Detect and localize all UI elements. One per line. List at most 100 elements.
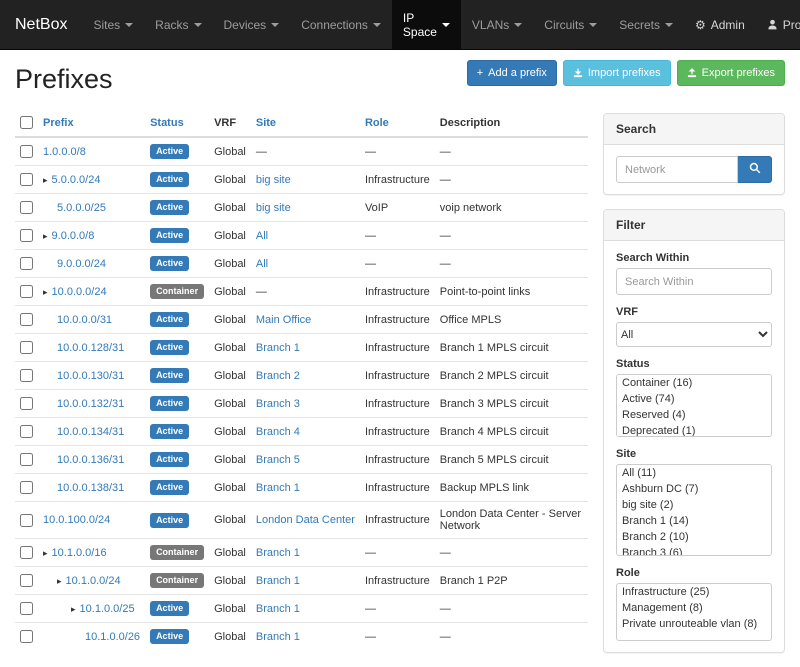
select-option[interactable]: Management (8) (617, 600, 771, 616)
select-option[interactable]: Ashburn DC (7) (617, 481, 771, 497)
nav-item-circuits[interactable]: Circuits (533, 0, 608, 49)
prefix-link[interactable]: 10.0.0.0/24 (52, 286, 107, 298)
site-link[interactable]: Branch 1 (256, 631, 300, 643)
site-link[interactable]: Branch 1 (256, 603, 300, 615)
export-prefixes-button[interactable]: Export prefixes (677, 60, 785, 86)
nav-item-profile[interactable]: Profile (756, 0, 800, 49)
prefix-link[interactable]: 10.0.0.132/31 (57, 398, 124, 410)
row-checkbox[interactable] (20, 201, 33, 214)
site-link[interactable]: Branch 1 (256, 482, 300, 494)
site-link[interactable]: London Data Center (256, 514, 355, 526)
search-within-input[interactable] (616, 268, 772, 295)
row-checkbox[interactable] (20, 173, 33, 186)
site-link[interactable]: All (256, 230, 268, 242)
select-option[interactable]: Branch 3 (6) (617, 545, 771, 556)
select-option[interactable]: Infrastructure (25) (617, 584, 771, 600)
nav-item-secrets[interactable]: Secrets (608, 0, 684, 49)
row-checkbox[interactable] (20, 574, 33, 587)
filter-panel-body: Search Within VRF All Status Container (… (604, 241, 784, 652)
status-select[interactable]: Container (16)Active (74)Reserved (4)Dep… (616, 374, 772, 437)
prefix-link[interactable]: 10.1.0.0/26 (85, 631, 140, 643)
prefix-link[interactable]: 10.1.0.0/24 (66, 575, 121, 587)
nav-item-racks[interactable]: Racks (144, 0, 212, 49)
site-link[interactable]: Main Office (256, 314, 311, 326)
prefix-cell: 10.0.0.132/31 (38, 390, 145, 418)
site-link[interactable]: Branch 1 (256, 342, 300, 354)
prefix-link[interactable]: 10.1.0.0/25 (80, 603, 135, 615)
row-checkbox[interactable] (20, 285, 33, 298)
site-link[interactable]: Branch 4 (256, 426, 300, 438)
select-option[interactable]: Container (16) (617, 375, 771, 391)
row-checkbox[interactable] (20, 341, 33, 354)
nav-item-ip-space[interactable]: IP Space (392, 0, 461, 49)
prefix-link[interactable]: 10.0.0.130/31 (57, 370, 124, 382)
select-option[interactable]: Branch 1 (14) (617, 513, 771, 529)
row-checkbox[interactable] (20, 602, 33, 615)
nav-item-devices[interactable]: Devices (213, 0, 291, 49)
search-button[interactable] (738, 156, 772, 183)
row-checkbox[interactable] (20, 229, 33, 242)
action-buttons: +Add a prefixImport prefixesExport prefi… (467, 60, 785, 86)
select-option[interactable]: All (11) (617, 465, 771, 481)
row-checkbox[interactable] (20, 453, 33, 466)
row-checkbox[interactable] (20, 514, 33, 527)
row-checkbox[interactable] (20, 257, 33, 270)
prefix-link[interactable]: 9.0.0.0/8 (52, 230, 95, 242)
role-select[interactable]: Infrastructure (25)Management (8)Private… (616, 583, 772, 641)
description-cell: voip network (435, 194, 588, 222)
site-link[interactable]: Branch 1 (256, 575, 300, 587)
column-sort-role[interactable]: Role (365, 117, 389, 129)
select-option[interactable]: Active (74) (617, 391, 771, 407)
site-link[interactable]: big site (256, 174, 291, 186)
select-option[interactable]: Deprecated (1) (617, 423, 771, 437)
nav-item-admin[interactable]: ⚙Admin (684, 0, 756, 49)
prefix-link[interactable]: 10.0.0.128/31 (57, 342, 124, 354)
site-link[interactable]: All (256, 258, 268, 270)
row-checkbox[interactable] (20, 313, 33, 326)
row-checkbox[interactable] (20, 481, 33, 494)
prefix-link[interactable]: 5.0.0.0/25 (57, 202, 106, 214)
prefix-link[interactable]: 1.0.0.0/8 (43, 146, 86, 158)
select-option[interactable]: Private unrouteable vlan (8) (617, 616, 771, 632)
column-sort-prefix[interactable]: Prefix (43, 117, 74, 129)
import-prefixes-button[interactable]: Import prefixes (563, 60, 671, 86)
row-checkbox[interactable] (20, 145, 33, 158)
site-link[interactable]: Branch 2 (256, 370, 300, 382)
site-cell: Branch 5 (251, 446, 360, 474)
select-option[interactable]: Reserved (4) (617, 407, 771, 423)
select-option[interactable]: Branch 2 (10) (617, 529, 771, 545)
nav-item-connections[interactable]: Connections (290, 0, 392, 49)
site-link[interactable]: Branch 3 (256, 398, 300, 410)
prefix-link[interactable]: 10.0.0.134/31 (57, 426, 124, 438)
prefix-link[interactable]: 10.0.0.0/31 (57, 314, 112, 326)
content-row: PrefixStatusVRFSiteRoleDescription 1.0.0… (15, 109, 785, 667)
row-checkbox[interactable] (20, 425, 33, 438)
vrf-select[interactable]: All (616, 322, 772, 347)
site-select[interactable]: All (11)Ashburn DC (7)big site (2)Branch… (616, 464, 772, 556)
prefix-link[interactable]: 10.0.100.0/24 (43, 514, 110, 526)
row-checkbox[interactable] (20, 630, 33, 643)
prefix-link[interactable]: 9.0.0.0/24 (57, 258, 106, 270)
prefix-link[interactable]: 10.1.0.0/16 (52, 547, 107, 559)
status-badge: Active (150, 629, 189, 644)
nav-item-vlans[interactable]: VLANs (461, 0, 533, 49)
prefix-link[interactable]: 10.0.0.136/31 (57, 454, 124, 466)
role-cell: Infrastructure (360, 567, 435, 595)
description-cell: — (435, 539, 588, 567)
row-checkbox[interactable] (20, 546, 33, 559)
chevron-down-icon (442, 23, 450, 27)
prefix-link[interactable]: 10.0.0.138/31 (57, 482, 124, 494)
search-input[interactable] (616, 156, 738, 183)
site-link[interactable]: Branch 1 (256, 547, 300, 559)
site-link[interactable]: big site (256, 202, 291, 214)
column-sort-site[interactable]: Site (256, 117, 276, 129)
prefix-link[interactable]: 5.0.0.0/24 (52, 174, 101, 186)
nav-item-sites[interactable]: Sites (82, 0, 144, 49)
select-all-checkbox[interactable] (20, 116, 33, 129)
brand-logo[interactable]: NetBox (0, 0, 82, 49)
site-link[interactable]: Branch 5 (256, 454, 300, 466)
add-a-prefix-button[interactable]: +Add a prefix (467, 60, 557, 86)
row-checkbox[interactable] (20, 369, 33, 382)
row-checkbox[interactable] (20, 397, 33, 410)
column-sort-status[interactable]: Status (150, 117, 184, 129)
